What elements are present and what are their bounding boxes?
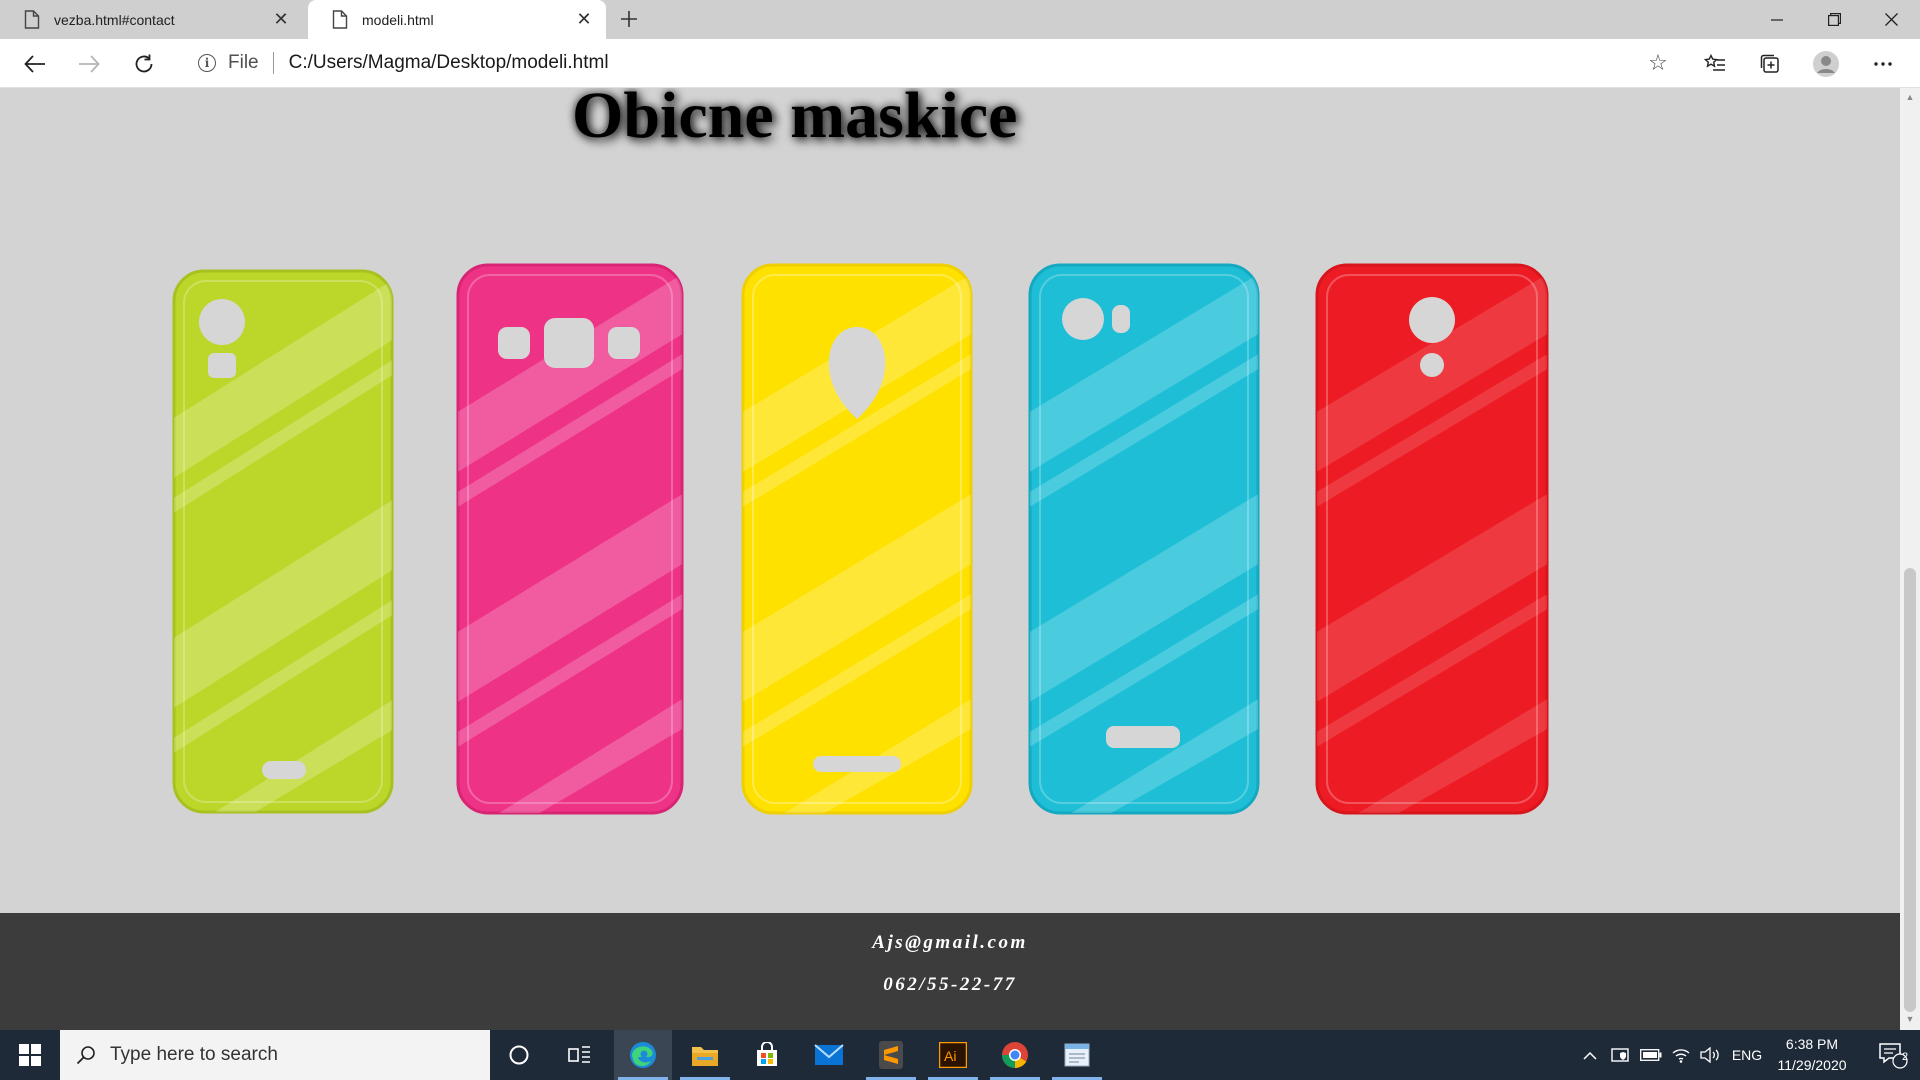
notepad-icon[interactable] — [1048, 1030, 1106, 1080]
speaker-slot — [1106, 726, 1180, 748]
profile-avatar[interactable] — [1808, 47, 1844, 81]
chrome-icon[interactable] — [986, 1030, 1044, 1080]
camera-lens — [1409, 297, 1455, 343]
scroll-up-arrow[interactable]: ▲ — [1900, 88, 1920, 106]
tab-modeli[interactable]: modeli.html ✕ — [308, 0, 606, 39]
close-tab-icon[interactable]: ✕ — [574, 9, 594, 30]
address-bar[interactable]: i File C:/Users/Magma/Desktop/modeli.htm… — [180, 44, 1680, 82]
camera-right — [608, 327, 640, 359]
cortana-icon[interactable] — [490, 1030, 548, 1080]
illustrator-icon[interactable]: Ai — [924, 1030, 982, 1080]
edge-icon[interactable] — [614, 1030, 672, 1080]
scroll-down-arrow[interactable]: ▼ — [1900, 1010, 1920, 1028]
language-indicator[interactable]: ENG — [1727, 1030, 1767, 1080]
svg-text:Ai: Ai — [944, 1048, 956, 1064]
search-icon — [76, 1046, 95, 1065]
new-tab-button[interactable] — [614, 4, 644, 34]
windows-logo-icon — [19, 1044, 41, 1066]
tab-vezba[interactable]: vezba.html#contact ✕ — [0, 0, 303, 39]
speaker-slot — [262, 761, 306, 779]
tab-label: modeli.html — [362, 11, 434, 28]
url-text[interactable]: C:/Users/Magma/Desktop/modeli.html — [289, 52, 1644, 74]
favorites-icon[interactable] — [1697, 47, 1733, 81]
speaker-slot — [813, 756, 901, 772]
vertical-scrollbar[interactable]: ▲ ▼ — [1900, 88, 1920, 1030]
battery-icon[interactable] — [1636, 1030, 1666, 1080]
more-options-icon[interactable] — [1865, 47, 1901, 81]
phone-case-yellow[interactable] — [741, 263, 973, 815]
tab-label: vezba.html#contact — [54, 11, 175, 28]
action-center-button[interactable]: 2 — [1865, 1030, 1920, 1080]
search-placeholder: Type here to search — [110, 1044, 278, 1065]
info-icon[interactable]: i — [198, 54, 216, 72]
sublime-text-icon[interactable] — [862, 1030, 920, 1080]
phone-case-cyan[interactable] — [1028, 263, 1260, 815]
show-hidden-icons[interactable] — [1575, 1030, 1605, 1080]
notification-count: 2 — [1902, 1051, 1909, 1063]
scroll-thumb[interactable] — [1904, 568, 1916, 1012]
document-icon — [24, 10, 40, 29]
document-icon — [332, 10, 348, 29]
camera-lens — [199, 299, 245, 345]
clock-date: 11/29/2020 — [1777, 1057, 1847, 1073]
favorite-star-icon[interactable]: ☆ — [1644, 49, 1672, 77]
footer-phone: 062/55-22-77 — [883, 974, 1017, 995]
file-explorer-icon[interactable] — [676, 1030, 734, 1080]
page-footer: Ajs@gmail.com 062/55-22-77 — [0, 913, 1900, 1030]
camera-left — [498, 327, 530, 359]
windows-defender-icon[interactable] — [1606, 1030, 1636, 1080]
camera-lens — [1062, 298, 1104, 340]
phone-cases-gallery — [0, 88, 1900, 988]
refresh-button[interactable] — [127, 47, 161, 81]
scheme-label: File — [228, 52, 259, 73]
clock-time: 6:38 PM — [1785, 1036, 1839, 1052]
browser-toolbar: i File C:/Users/Magma/Desktop/modeli.htm… — [0, 39, 1920, 88]
forward-button[interactable] — [72, 47, 106, 81]
phone-case-pink[interactable] — [456, 263, 684, 815]
camera-lens — [544, 318, 594, 368]
windows-taskbar: Type here to search Ai ENG 6:38 PM 11/29… — [0, 1030, 1920, 1080]
tab-strip: vezba.html#contact ✕ modeli.html ✕ — [0, 0, 1920, 39]
store-icon[interactable] — [738, 1030, 796, 1080]
volume-icon[interactable] — [1696, 1030, 1726, 1080]
camera-flash — [1420, 353, 1444, 377]
clock[interactable]: 6:38 PM 11/29/2020 — [1765, 1030, 1859, 1080]
footer-email: Ajs@gmail.com — [872, 932, 1028, 953]
taskbar-search[interactable]: Type here to search — [60, 1030, 490, 1080]
close-window-button[interactable] — [1862, 0, 1920, 39]
phone-case-red[interactable] — [1315, 263, 1549, 815]
address-divider — [272, 52, 274, 74]
close-tab-icon[interactable]: ✕ — [271, 9, 291, 30]
minimize-button[interactable] — [1748, 0, 1806, 39]
phone-case-lime[interactable] — [172, 269, 394, 814]
mail-icon[interactable] — [800, 1030, 858, 1080]
start-button[interactable] — [0, 1030, 60, 1080]
wifi-icon[interactable] — [1666, 1030, 1696, 1080]
back-button[interactable] — [18, 47, 52, 81]
camera-flash — [208, 353, 236, 378]
task-view-icon[interactable] — [551, 1030, 609, 1080]
camera-flash — [1112, 305, 1130, 333]
restore-button[interactable] — [1805, 0, 1863, 39]
collections-icon[interactable] — [1752, 47, 1788, 81]
page-viewport: Obicne maskice Ajs@gmail.com 062/55-22-7… — [0, 88, 1900, 1030]
